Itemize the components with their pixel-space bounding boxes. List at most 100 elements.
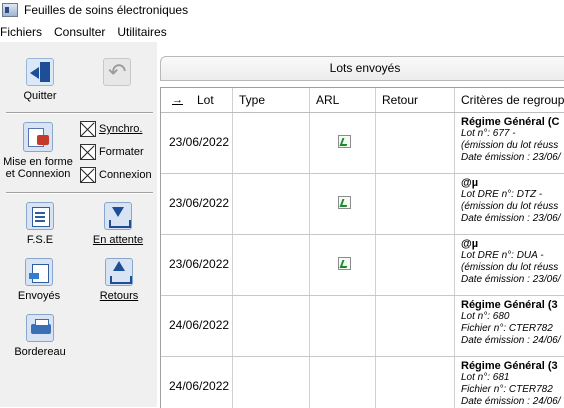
check-formater[interactable]: Formater	[80, 144, 144, 160]
check-synchro[interactable]: Synchro.	[80, 121, 142, 137]
checkbox-synchro[interactable]	[80, 121, 96, 137]
check-connexion[interactable]: Connexion	[80, 167, 152, 183]
col-retour[interactable]: Retour	[376, 88, 455, 112]
exit-door-icon	[26, 58, 54, 86]
crit-line: Date émission : 24/06/	[461, 335, 561, 346]
crit-line: Lot DRE n°: DUA -	[461, 250, 544, 261]
back-button[interactable]	[102, 58, 132, 90]
row-retour	[376, 296, 455, 356]
crit-line: Fichier n°: CTER782	[461, 384, 553, 395]
row-type	[233, 357, 310, 408]
sort-down-icon	[172, 88, 183, 112]
quit-label: Quitter	[23, 90, 57, 102]
col-lot-label: Lot	[197, 93, 214, 107]
printer-icon	[26, 314, 54, 342]
crit-title: Régime Général (3	[461, 360, 558, 372]
mise-en-forme-button[interactable]: Mise en forme et Connexion	[2, 122, 74, 180]
panel-title-bar: Lots envoyés	[160, 56, 564, 81]
col-type-label: Type	[239, 93, 266, 107]
crit-line: (émission du lot réuss	[461, 140, 559, 151]
checkbox-formater[interactable]	[80, 144, 96, 160]
retours-label: Retours	[99, 290, 139, 302]
crit-title: Régime Général (3	[461, 299, 558, 311]
check-synchro-label: Synchro.	[99, 123, 143, 135]
crit-line: (émission du lot réuss	[461, 201, 559, 212]
quit-button[interactable]: Quitter	[18, 58, 62, 102]
checkbox-connexion[interactable]	[80, 167, 96, 183]
row-criteres: @µ Lot DRE n°: DUA - (émission du lot ré…	[455, 235, 564, 295]
row-arl	[310, 235, 376, 295]
upload-tray-icon	[105, 258, 133, 286]
row-retour	[376, 174, 455, 234]
row-retour	[376, 235, 455, 295]
crit-line: Fichier n°: CTER782	[461, 323, 553, 334]
bordereau-label: Bordereau	[14, 346, 66, 358]
row-criteres: Régime Général (C Lot n°: 677 - (émissio…	[455, 113, 564, 173]
row-date: 23/06/2022	[161, 235, 233, 295]
menu-utilitaires[interactable]: Utilitaires	[117, 25, 166, 39]
envoyes-label: Envoyés	[17, 290, 61, 302]
col-type[interactable]: Type	[233, 88, 310, 112]
crit-line: Lot n°: 680	[461, 311, 510, 322]
row-arl	[310, 357, 376, 408]
retours-button[interactable]: Retours	[98, 258, 140, 302]
mise-label-line1: Mise en forme	[3, 156, 73, 168]
col-lot[interactable]: Lot	[161, 88, 233, 112]
table-row[interactable]: 23/06/2022 @µ Lot DRE n°: DUA - (émissio…	[161, 235, 564, 296]
col-criteres[interactable]: Critères de regroupem	[455, 88, 564, 112]
format-connect-icon	[23, 122, 53, 152]
fse-document-icon	[26, 202, 54, 230]
row-criteres: @µ Lot DRE n°: DTZ - (émission du lot ré…	[455, 174, 564, 234]
row-type	[233, 174, 310, 234]
crit-line: Lot DRE n°: DTZ -	[461, 189, 543, 200]
row-arl	[310, 113, 376, 173]
col-criteres-label: Critères de regroupem	[461, 93, 564, 107]
bordereau-button[interactable]: Bordereau	[12, 314, 68, 358]
crit-line: Lot n°: 677 -	[461, 128, 516, 139]
row-type	[233, 296, 310, 356]
menu-bar: Fichiers Consulter Utilitaires	[0, 22, 564, 42]
table-header: Lot Type ARL Retour Critères de regroupe…	[161, 88, 564, 113]
crit-line: Date émission : 23/06/	[461, 274, 561, 285]
crit-line: (émission du lot réuss	[461, 262, 559, 273]
row-criteres: Régime Général (3 Lot n°: 680 Fichier n°…	[455, 296, 564, 356]
envoyes-button[interactable]: Envoyés	[16, 258, 62, 302]
sent-document-icon	[25, 258, 53, 286]
window-title: Feuilles de soins électroniques	[24, 3, 189, 17]
sidebar-divider	[6, 192, 153, 194]
menu-fichiers[interactable]: Fichiers	[0, 25, 42, 39]
table-row[interactable]: 24/06/2022 Régime Général (3 Lot n°: 680…	[161, 296, 564, 357]
arl-icon[interactable]	[338, 135, 351, 148]
table-row[interactable]: 23/06/2022 Régime Général (C Lot n°: 677…	[161, 113, 564, 174]
arl-icon[interactable]	[338, 196, 351, 209]
mise-label-line2: et Connexion	[5, 168, 71, 180]
row-date: 23/06/2022	[161, 174, 233, 234]
check-connexion-label: Connexion	[99, 169, 152, 181]
table-row[interactable]: 24/06/2022 Régime Général (3 Lot n°: 681…	[161, 357, 564, 408]
row-date: 24/06/2022	[161, 357, 233, 408]
lots-table: Lot Type ARL Retour Critères de regroupe…	[160, 87, 564, 408]
undo-arrow-icon	[103, 58, 131, 86]
row-retour	[376, 113, 455, 173]
crit-line: Lot n°: 681	[461, 372, 510, 383]
row-arl	[310, 174, 376, 234]
row-date: 23/06/2022	[161, 113, 233, 173]
window-app-icon	[2, 3, 18, 17]
crit-line: Date émission : 23/06/	[461, 213, 561, 224]
col-arl[interactable]: ARL	[310, 88, 376, 112]
row-type	[233, 235, 310, 295]
row-retour	[376, 357, 455, 408]
en-attente-label: En attente	[92, 234, 144, 246]
row-arl	[310, 296, 376, 356]
title-bar: Feuilles de soins électroniques	[0, 0, 564, 20]
menu-consulter[interactable]: Consulter	[54, 25, 105, 39]
crit-title: @µ	[461, 177, 479, 189]
en-attente-button[interactable]: En attente	[92, 202, 144, 246]
panel-title: Lots envoyés	[329, 61, 401, 75]
download-tray-icon	[104, 202, 132, 230]
fse-label: F.S.E	[26, 234, 54, 246]
arl-icon[interactable]	[338, 257, 351, 270]
fse-button[interactable]: F.S.E	[22, 202, 58, 246]
row-type	[233, 113, 310, 173]
table-row[interactable]: 23/06/2022 @µ Lot DRE n°: DTZ - (émissio…	[161, 174, 564, 235]
